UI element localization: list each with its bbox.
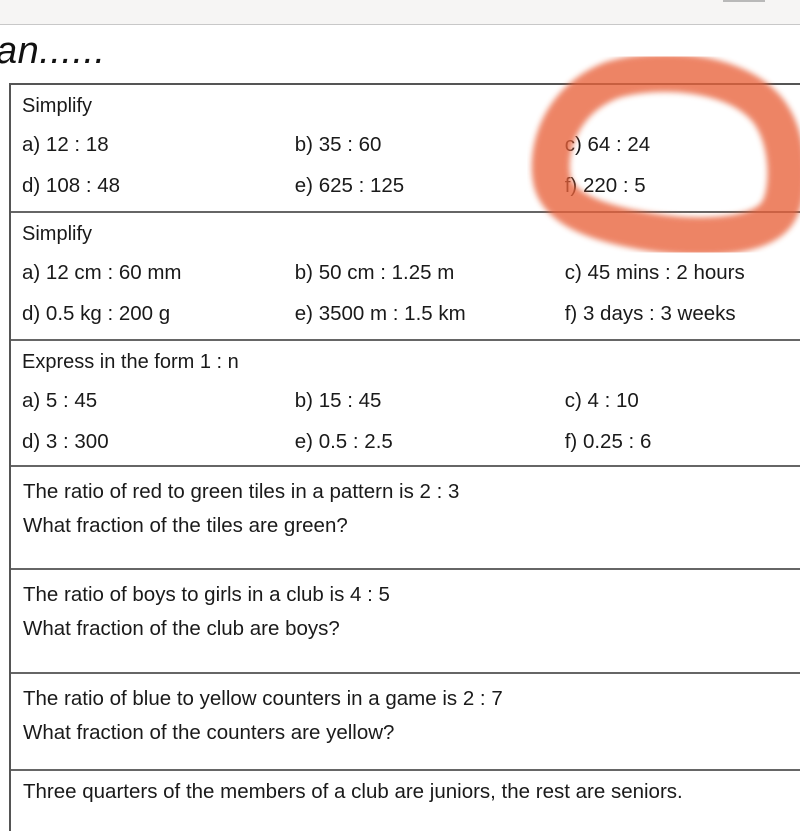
question-item: d) 108 : 48: [22, 174, 121, 197]
tab-indicator[interactable]: [723, 0, 765, 2]
question-item: b) 35 : 60: [294, 133, 382, 156]
word-problem-line: What fraction of the club are boys?: [23, 617, 340, 640]
word-problem-line: What fraction of the tiles are green?: [23, 514, 348, 537]
word-problem-counters: The ratio of blue to yellow counters in …: [11, 674, 800, 771]
question-item: a) 5 : 45: [22, 389, 98, 412]
question-row: a) 12 : 18 b) 35 : 60 c) 64 : 24: [22, 127, 800, 168]
word-problem-line: The ratio of red to green tiles in a pat…: [23, 480, 460, 503]
question-item: a) 12 : 18: [22, 133, 109, 156]
word-problem-juniors: Three quarters of the members of a club …: [11, 771, 800, 831]
question-item: f) 220 : 5: [564, 174, 646, 197]
word-problem-tiles: The ratio of red to green tiles in a pat…: [11, 467, 800, 570]
question-item: f) 0.25 : 6: [564, 430, 652, 453]
viewer-top-bar: [0, 0, 800, 25]
question-express-1-n: Express in the form 1 : n a) 5 : 45 b) 1…: [11, 341, 800, 467]
worksheet-table: Simplify a) 12 : 18 b) 35 : 60 c) 64 : 2…: [9, 83, 800, 831]
question-item: b) 50 cm : 1.25 m: [294, 261, 455, 284]
question-title: Express in the form 1 : n: [22, 351, 239, 373]
worksheet-heading: an......: [0, 30, 106, 72]
question-item: d) 0.5 kg : 200 g: [22, 302, 171, 325]
question-row: d) 0.5 kg : 200 g e) 3500 m : 1.5 km f) …: [22, 296, 800, 337]
question-row: a) 12 cm : 60 mm b) 50 cm : 1.25 m c) 45…: [22, 255, 800, 296]
word-problem-line: Three quarters of the members of a club …: [23, 780, 683, 803]
word-problem-line: What fraction of the counters are yellow…: [23, 721, 395, 744]
question-item: c) 4 : 10: [564, 389, 639, 412]
question-item: e) 3500 m : 1.5 km: [294, 302, 466, 325]
question-item: c) 45 mins : 2 hours: [564, 261, 745, 284]
question-row: a) 5 : 45 b) 15 : 45 c) 4 : 10: [22, 383, 800, 424]
word-problem-line: The ratio of boys to girls in a club is …: [23, 583, 390, 606]
question-simplify-numbers: Simplify a) 12 : 18 b) 35 : 60 c) 64 : 2…: [11, 85, 800, 213]
word-problem-line: The ratio of blue to yellow counters in …: [23, 687, 503, 710]
question-title: Simplify: [22, 95, 93, 117]
question-item: a) 12 cm : 60 mm: [22, 261, 182, 284]
question-item: f) 3 days : 3 weeks: [564, 302, 736, 325]
question-item: c) 64 : 24: [564, 133, 651, 156]
question-title: Simplify: [22, 223, 93, 245]
question-item: d) 3 : 300: [22, 430, 109, 453]
question-item: b) 15 : 45: [294, 389, 382, 412]
question-item: e) 625 : 125: [294, 174, 405, 197]
question-simplify-units: Simplify a) 12 cm : 60 mm b) 50 cm : 1.2…: [11, 213, 800, 341]
word-problem-club: The ratio of boys to girls in a club is …: [11, 570, 800, 674]
question-row: d) 3 : 300 e) 0.5 : 2.5 f) 0.25 : 6: [22, 424, 800, 465]
question-row: d) 108 : 48 e) 625 : 125 f) 220 : 5: [22, 168, 800, 209]
question-item: e) 0.5 : 2.5: [294, 430, 393, 453]
